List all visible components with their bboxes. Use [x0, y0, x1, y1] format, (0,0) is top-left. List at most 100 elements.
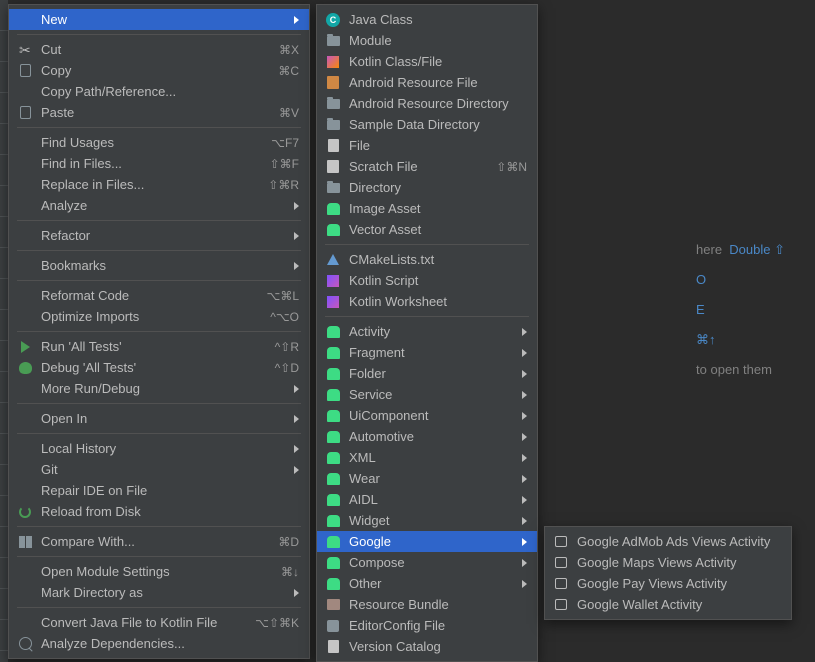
google-item-google-wallet-activity[interactable]: Google Wallet Activity [545, 594, 791, 615]
folder-icon [325, 180, 341, 196]
new-item-xml[interactable]: XML [317, 447, 537, 468]
context-item-more-run-debug[interactable]: More Run/Debug [9, 378, 309, 399]
separator [17, 607, 301, 608]
context-item-git[interactable]: Git [9, 459, 309, 480]
new-item-module[interactable]: Module [317, 30, 537, 51]
separator [17, 433, 301, 434]
menu-item-label: Kotlin Class/File [349, 54, 527, 69]
menu-item-label: AIDL [349, 492, 514, 507]
new-item-uicomponent[interactable]: UiComponent [317, 405, 537, 426]
new-item-kotlin-class-file[interactable]: Kotlin Class/File [317, 51, 537, 72]
android-icon [325, 387, 341, 403]
new-item-activity[interactable]: Activity [317, 321, 537, 342]
new-item-android-resource-directory[interactable]: Android Resource Directory [317, 93, 537, 114]
context-item-paste[interactable]: Paste⌘V [9, 102, 309, 123]
folder-icon [325, 117, 341, 133]
new-item-fragment[interactable]: Fragment [317, 342, 537, 363]
context-item-bookmarks[interactable]: Bookmarks [9, 255, 309, 276]
xml-icon [325, 75, 341, 91]
context-item-run-all-tests[interactable]: Run 'All Tests'^⇧R [9, 336, 309, 357]
new-item-google[interactable]: Google [317, 531, 537, 552]
menu-item-label: Find Usages [41, 135, 251, 150]
android-icon [325, 408, 341, 424]
shortcut: ⌥⌘L [266, 289, 299, 303]
context-item-optimize-imports[interactable]: Optimize Imports^⌥O [9, 306, 309, 327]
wallet-icon [553, 597, 569, 613]
new-item-directory[interactable]: Directory [317, 177, 537, 198]
context-item-find-in-files[interactable]: Find in Files...⇧⌘F [9, 153, 309, 174]
menu-item-label: Google Pay Views Activity [577, 576, 781, 591]
menu-item-label: Google AdMob Ads Views Activity [577, 534, 781, 549]
new-item-android-resource-file[interactable]: Android Resource File [317, 72, 537, 93]
context-item-convert-java-file-to-kotlin-file[interactable]: Convert Java File to Kotlin File⌥⇧⌘K [9, 612, 309, 633]
new-item-service[interactable]: Service [317, 384, 537, 405]
context-menu: New ✂Cut⌘XCopy⌘CCopy Path/Reference...Pas… [8, 4, 310, 659]
separator [17, 280, 301, 281]
new-item-wear[interactable]: Wear [317, 468, 537, 489]
android-icon [325, 492, 341, 508]
chevron-right-icon [294, 589, 299, 597]
context-item-repair-ide-on-file[interactable]: Repair IDE on File [9, 480, 309, 501]
new-item-aidl[interactable]: AIDL [317, 489, 537, 510]
new-item-image-asset[interactable]: Image Asset [317, 198, 537, 219]
chevron-right-icon [522, 559, 527, 567]
google-item-google-pay-views-activity[interactable]: Google Pay Views Activity [545, 573, 791, 594]
menu-item-label: UiComponent [349, 408, 514, 423]
context-item-replace-in-files[interactable]: Replace in Files...⇧⌘R [9, 174, 309, 195]
google-item-google-maps-views-activity[interactable]: Google Maps Views Activity [545, 552, 791, 573]
context-item-copy-path-reference[interactable]: Copy Path/Reference... [9, 81, 309, 102]
context-item-cut[interactable]: ✂Cut⌘X [9, 39, 309, 60]
background-hints: here Double ⇧ O E ⌘↑ to open them [696, 235, 785, 385]
new-item-automotive[interactable]: Automotive [317, 426, 537, 447]
menu-item-label: Replace in Files... [41, 177, 248, 192]
menu-item-label: Open Module Settings [41, 564, 261, 579]
chevron-right-icon [522, 454, 527, 462]
android-icon [325, 429, 341, 445]
new-item-version-catalog[interactable]: Version Catalog [317, 636, 537, 657]
context-item-compare-with[interactable]: Compare With...⌘D [9, 531, 309, 552]
context-item-debug-all-tests[interactable]: Debug 'All Tests'^⇧D [9, 357, 309, 378]
context-item-new[interactable]: New [9, 9, 309, 30]
reload-icon [17, 504, 33, 520]
new-item-editorconfig-file[interactable]: EditorConfig File [317, 615, 537, 636]
new-item-vector-asset[interactable]: Vector Asset [317, 219, 537, 240]
context-item-refactor[interactable]: Refactor [9, 225, 309, 246]
new-item-kotlin-script[interactable]: Kotlin Script [317, 270, 537, 291]
context-item-analyze[interactable]: Analyze [9, 195, 309, 216]
context-item-copy[interactable]: Copy⌘C [9, 60, 309, 81]
new-item-cmakelists-txt[interactable]: CMakeLists.txt [317, 249, 537, 270]
android-icon [325, 450, 341, 466]
context-item-analyze-dependencies[interactable]: Analyze Dependencies... [9, 633, 309, 654]
new-item-sample-data-directory[interactable]: Sample Data Directory [317, 114, 537, 135]
new-item-file[interactable]: File [317, 135, 537, 156]
context-item-open-in[interactable]: Open In [9, 408, 309, 429]
context-item-mark-directory-as[interactable]: Mark Directory as [9, 582, 309, 603]
menu-item-label: Reload from Disk [41, 504, 299, 519]
context-item-find-usages[interactable]: Find Usages⌥F7 [9, 132, 309, 153]
context-item-reformat-code[interactable]: Reformat Code⌥⌘L [9, 285, 309, 306]
new-item-folder[interactable]: Folder [317, 363, 537, 384]
context-item-open-module-settings[interactable]: Open Module Settings⌘↓ [9, 561, 309, 582]
new-item-resource-bundle[interactable]: Resource Bundle [317, 594, 537, 615]
context-item-reload-from-disk[interactable]: Reload from Disk [9, 501, 309, 522]
shortcut: ⌘V [279, 106, 299, 120]
menu-item-label: EditorConfig File [349, 618, 527, 633]
new-item-compose[interactable]: Compose [317, 552, 537, 573]
google-item-google-admob-ads-views-activity[interactable]: Google AdMob Ads Views Activity [545, 531, 791, 552]
chevron-right-icon [522, 517, 527, 525]
menu-item-label: Activity [349, 324, 514, 339]
android-icon [325, 201, 341, 217]
separator [17, 34, 301, 35]
new-item-scratch-file[interactable]: Scratch File⇧⌘N [317, 156, 537, 177]
new-item-java-class[interactable]: CJava Class [317, 9, 537, 30]
context-item-local-history[interactable]: Local History [9, 438, 309, 459]
android-icon [325, 366, 341, 382]
new-item-kotlin-worksheet[interactable]: Kotlin Worksheet [317, 291, 537, 312]
new-item-widget[interactable]: Widget [317, 510, 537, 531]
menu-item-label: Wear [349, 471, 514, 486]
menu-item-label: Vector Asset [349, 222, 527, 237]
separator [17, 556, 301, 557]
menu-item-label: Open In [41, 411, 286, 426]
menu-item-label: Analyze [41, 198, 286, 213]
new-item-other[interactable]: Other [317, 573, 537, 594]
